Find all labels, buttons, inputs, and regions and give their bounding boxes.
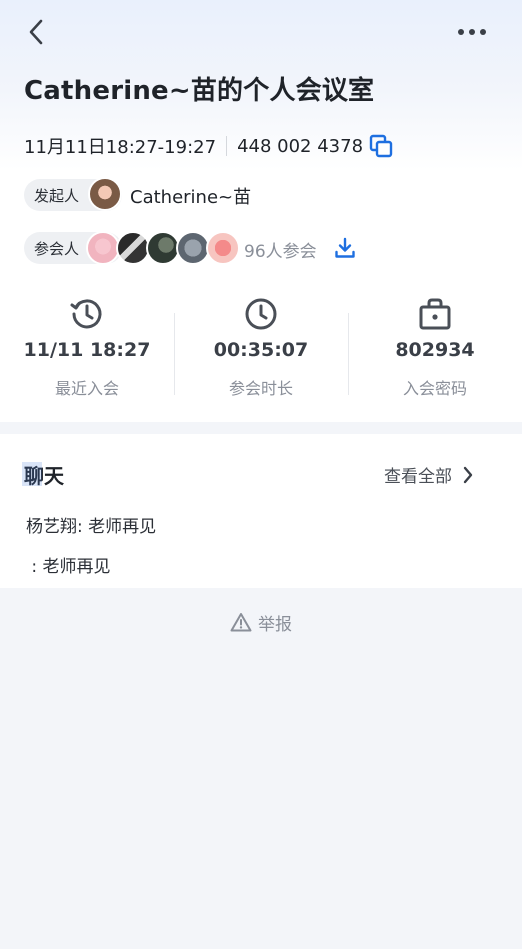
download-button[interactable]	[334, 237, 356, 259]
stat-value: 802934	[395, 339, 475, 361]
more-button[interactable]	[452, 18, 492, 46]
stat-label: 参会时长	[228, 379, 293, 398]
meeting-title: Catherine~苗的个人会议室	[24, 76, 375, 106]
report-button[interactable]: 举报	[0, 608, 522, 636]
meeting-meta: 11月11日18:27-19:27 448 002 4378	[24, 133, 393, 159]
stat-duration: 00:35:07 参会时长	[174, 295, 348, 405]
chat-title: 聊天	[22, 460, 64, 489]
stat-value: 11/11 18:27	[23, 339, 151, 361]
more-dots-icon	[458, 29, 486, 35]
participant-avatar[interactable]	[86, 231, 120, 265]
participant-avatar[interactable]	[146, 231, 180, 265]
copy-icon	[369, 134, 393, 158]
view-all-button[interactable]: 查看全部	[384, 462, 474, 487]
download-icon	[335, 237, 355, 258]
chevron-left-icon	[29, 19, 43, 45]
chat-message: : 老师再见	[26, 552, 111, 577]
host-label: 发起人	[34, 186, 80, 205]
chat-section: 聊天 查看全部 杨艺翔: 老师再见 : 老师再见	[0, 434, 522, 588]
host-name: Catherine~苗	[130, 187, 252, 208]
stat-password: 802934 入会密码	[348, 295, 522, 405]
message-sender: 杨艺翔	[26, 517, 77, 537]
participant-avatar[interactable]	[206, 231, 240, 265]
lock-bag-icon	[419, 298, 451, 330]
message-separator: :	[26, 557, 43, 577]
clock-icon	[245, 298, 277, 330]
stat-label: 最近入会	[54, 379, 119, 398]
back-button[interactable]	[18, 14, 54, 50]
participant-avatar[interactable]	[116, 231, 150, 265]
divider	[226, 136, 228, 156]
stat-label: 入会密码	[402, 379, 467, 398]
participant-avatar[interactable]	[176, 231, 210, 265]
history-clock-icon	[70, 299, 102, 329]
participants-label: 参会人	[34, 239, 80, 258]
copy-button[interactable]	[369, 134, 393, 158]
meeting-time-range: 11月11日18:27-19:27	[24, 137, 217, 158]
message-separator: :	[77, 517, 89, 537]
stat-last-join: 11/11 18:27 最近入会	[0, 295, 174, 405]
message-text: 老师再见	[88, 517, 157, 537]
warning-icon	[230, 612, 252, 632]
host-avatar[interactable]	[88, 177, 122, 211]
report-label: 举报	[258, 614, 292, 635]
view-all-label: 查看全部	[384, 467, 452, 487]
chat-message: 杨艺翔: 老师再见	[26, 512, 156, 537]
meeting-stats: 11/11 18:27 最近入会 00:35:07 参会时长 802934 入会…	[0, 295, 522, 405]
meeting-id[interactable]: 448 002 4378	[237, 136, 363, 157]
participant-count[interactable]: 96人参会	[244, 237, 317, 262]
chevron-right-icon	[462, 465, 474, 485]
stat-value: 00:35:07	[213, 339, 309, 361]
message-text: 老师再见	[42, 557, 111, 577]
